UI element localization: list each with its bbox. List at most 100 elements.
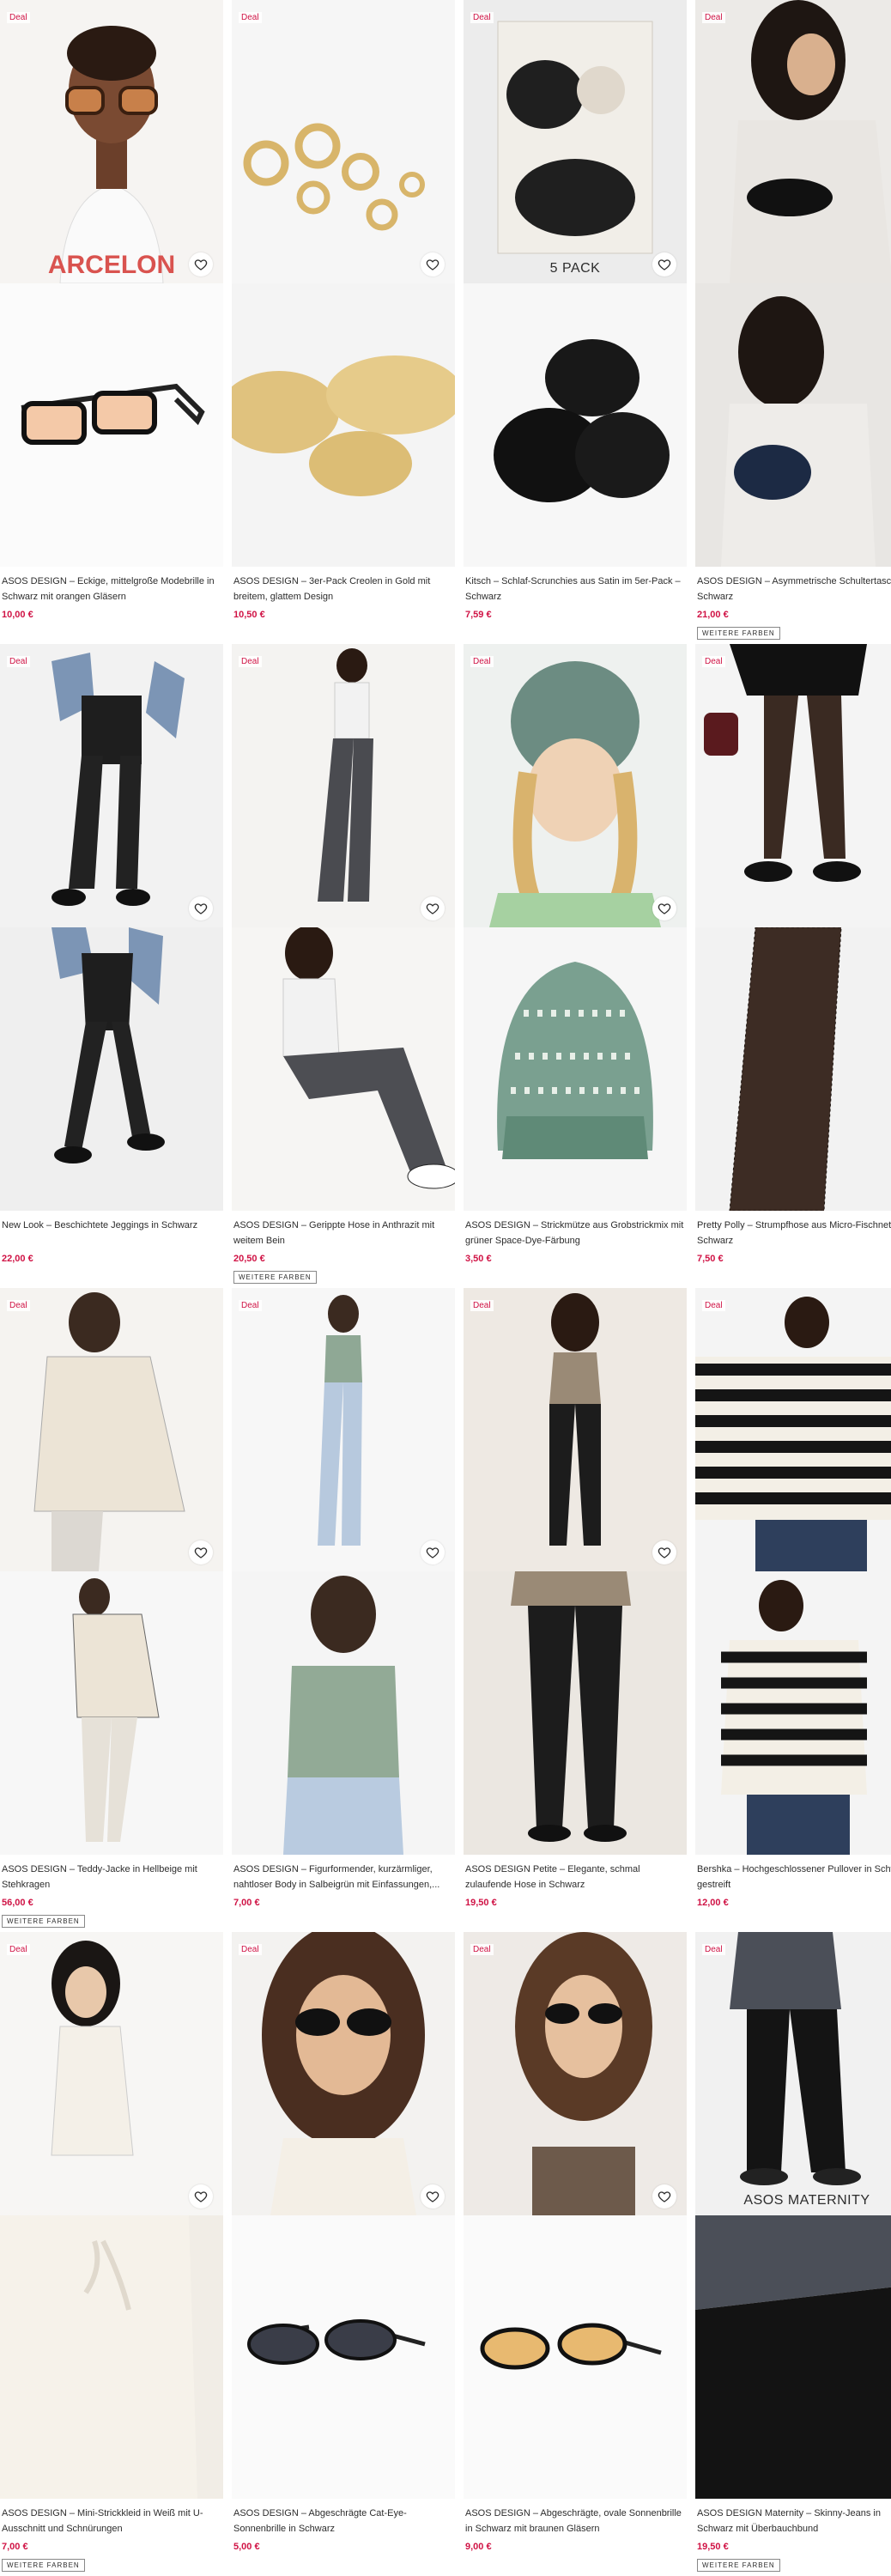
favourite-button[interactable] — [652, 896, 676, 920]
product-title[interactable]: ASOS DESIGN – Abgeschrägte, ovale Sonnen… — [465, 2506, 685, 2537]
product-title[interactable]: ASOS DESIGN – Teddy-Jacke in Hellbeige m… — [2, 1862, 221, 1893]
product-card[interactable]: Deal ASOS DESIGN – Gerippte Hose in Anth… — [232, 644, 455, 1284]
favourite-button[interactable] — [652, 1540, 676, 1564]
product-image[interactable]: Deal — [695, 0, 891, 567]
favourite-button[interactable] — [421, 252, 445, 276]
product-card[interactable]: ARCELON Deal ASOS DESIGN – Eckige, mitte… — [0, 0, 223, 620]
product-card[interactable]: 5 PACK Deal Kitsch – Schlaf-Scrunchies a — [464, 0, 687, 620]
product-image[interactable]: Deal — [232, 1288, 455, 1855]
product-info: ASOS DESIGN – Gerippte Hose in Anthrazit… — [232, 1211, 455, 1284]
product-image[interactable]: Deal — [0, 1932, 223, 2499]
heart-icon — [426, 903, 439, 914]
product-photo-model — [695, 283, 891, 567]
product-title[interactable]: ASOS DESIGN – 3er-Pack Creolen in Gold m… — [233, 574, 453, 605]
more-colours-button[interactable]: WEITERE FARBEN — [697, 627, 780, 640]
product-photo-model — [232, 644, 455, 927]
product-photo-item — [232, 2215, 455, 2499]
product-title[interactable]: ASOS DESIGN Petite – Elegante, schmal zu… — [465, 1862, 685, 1893]
product-photo-item — [0, 927, 223, 1211]
favourite-button[interactable] — [189, 896, 213, 920]
heart-icon — [194, 2191, 208, 2202]
product-card[interactable]: Deal New Look – Beschichtete Jeggings in… — [0, 644, 223, 1264]
product-card[interactable]: Deal ASOS DESIGN – Abgeschrägte Cat-Eye-… — [232, 1932, 455, 2552]
product-title[interactable]: ASOS DESIGN – Figurformender, kurzärmlig… — [233, 1862, 453, 1893]
product-title[interactable]: Pretty Polly – Strumpfhose aus Micro-Fis… — [697, 1218, 891, 1249]
product-photo-item — [0, 1571, 223, 1855]
product-card[interactable]: Deal Pretty Polly – Strumpfhose aus Micr… — [695, 644, 891, 1264]
product-title[interactable]: ASOS DESIGN – Mini-Strickkleid in Weiß m… — [2, 2506, 221, 2537]
product-info: ASOS DESIGN – Strickmütze aus Grobstrick… — [464, 1211, 687, 1264]
product-image[interactable]: Deal — [464, 1288, 687, 1855]
product-title[interactable]: ASOS DESIGN – Eckige, mittelgroße Modebr… — [2, 574, 221, 605]
product-card[interactable]: Deal ASOS DESIGN – Teddy-Jacke in Hellbe… — [0, 1288, 223, 1928]
product-info: ASOS DESIGN Maternity – Skinny-Jeans in … — [695, 2499, 891, 2572]
product-price: 20,50 € — [233, 1254, 265, 1264]
product-image[interactable]: Deal — [232, 644, 455, 1211]
product-price: 7,00 € — [233, 1898, 260, 1908]
product-card[interactable]: Deal ASOS DESIGN – Abgeschrägte, ovale S… — [464, 1932, 687, 2552]
product-image[interactable]: Deal — [0, 644, 223, 1211]
more-colours-button[interactable]: WEITERE FARBEN — [2, 1915, 85, 1928]
product-card[interactable]: Deal ASOS DESIGN – Mini-Strickkleid in W… — [0, 1932, 223, 2572]
product-image[interactable]: Deal — [232, 1932, 455, 2499]
product-image[interactable]: Deal — [464, 1932, 687, 2499]
favourite-button[interactable] — [189, 1540, 213, 1564]
product-image[interactable]: ASOS MATERNITY Deal — [695, 1932, 891, 2499]
product-card[interactable]: Deal ASOS DESIGN Petite – Elegante, schm… — [464, 1288, 687, 1908]
product-price: 7,00 € — [2, 2542, 28, 2552]
product-title[interactable]: Bershka – Hochgeschlossener Pullover in … — [697, 1862, 891, 1893]
favourite-button[interactable] — [652, 252, 676, 276]
product-photo-model — [232, 927, 455, 1211]
product-photo-model — [695, 644, 891, 927]
deal-badge: Deal — [702, 12, 725, 23]
product-title[interactable]: ASOS DESIGN – Abgeschrägte Cat-Eye-Sonne… — [233, 2506, 453, 2537]
product-title[interactable]: ASOS DESIGN Maternity – Skinny-Jeans in … — [697, 2506, 891, 2537]
product-card[interactable]: Deal ASOS DESIGN – Strickmütze aus Grobs… — [464, 644, 687, 1264]
product-title[interactable]: Kitsch – Schlaf-Scrunchies aus Satin im … — [465, 574, 685, 605]
deal-badge: Deal — [702, 656, 725, 667]
product-image[interactable]: Deal — [0, 1288, 223, 1855]
product-info: ASOS DESIGN – 3er-Pack Creolen in Gold m… — [232, 567, 455, 620]
favourite-button[interactable] — [189, 252, 213, 276]
favourite-button[interactable] — [421, 896, 445, 920]
product-card[interactable]: Deal ASOS DESIGN – Figurformender, kurzä… — [232, 1288, 455, 1908]
more-colours-button[interactable]: WEITERE FARBEN — [233, 1271, 317, 1284]
favourite-button[interactable] — [421, 2184, 445, 2208]
product-image[interactable]: 5 PACK Deal — [464, 0, 687, 567]
heart-icon — [658, 259, 671, 270]
product-info: ASOS DESIGN – Abgeschrägte Cat-Eye-Sonne… — [232, 2499, 455, 2552]
product-photo-model — [695, 0, 891, 283]
product-price: 21,00 € — [697, 610, 729, 620]
product-info: ASOS DESIGN Petite – Elegante, schmal zu… — [464, 1855, 687, 1908]
deal-badge: Deal — [470, 1944, 494, 1955]
product-grid: ARCELON Deal ASOS DESIGN – Eckige, mitte… — [0, 0, 891, 2576]
product-image[interactable]: Deal — [695, 1288, 891, 1855]
product-title[interactable]: ASOS DESIGN – Gerippte Hose in Anthrazit… — [233, 1218, 453, 1249]
favourite-button[interactable] — [652, 2184, 676, 2208]
product-image[interactable]: Deal — [232, 0, 455, 567]
product-price: 7,59 € — [465, 610, 492, 620]
product-card[interactable]: ASOS MATERNITY Deal ASOS DESIGN Maternit… — [695, 1932, 891, 2572]
product-photo-model — [464, 1571, 687, 1855]
deal-badge: Deal — [470, 12, 494, 23]
more-colours-button[interactable]: WEITERE FARBEN — [697, 2559, 780, 2572]
product-title[interactable]: New Look – Beschichtete Jeggings in Schw… — [2, 1218, 221, 1249]
heart-icon — [658, 1547, 671, 1558]
more-colours-button[interactable]: WEITERE FARBEN — [2, 2559, 85, 2572]
heart-icon — [194, 259, 208, 270]
product-title[interactable]: ASOS DESIGN – Asymmetrische Schultertasc… — [697, 574, 891, 605]
product-card[interactable]: Deal ASOS DESIGN – 3er-Pack Creolen in G… — [232, 0, 455, 620]
product-photo-item — [464, 927, 687, 1211]
product-image[interactable]: Deal — [695, 644, 891, 1211]
product-photo-model — [464, 1932, 687, 2215]
product-photo-model — [695, 1571, 891, 1855]
product-image[interactable]: Deal — [464, 644, 687, 1211]
favourite-button[interactable] — [421, 1540, 445, 1564]
product-card[interactable]: Deal Bershka – Hochgeschlossener Pullove… — [695, 1288, 891, 1908]
product-photo-item — [464, 283, 687, 567]
product-card[interactable]: Deal ASOS DESIGN – Asymmetrische Schulte… — [695, 0, 891, 640]
favourite-button[interactable] — [189, 2184, 213, 2208]
product-price: 22,00 € — [2, 1254, 33, 1264]
product-image[interactable]: ARCELON Deal — [0, 0, 223, 567]
product-title[interactable]: ASOS DESIGN – Strickmütze aus Grobstrick… — [465, 1218, 685, 1249]
